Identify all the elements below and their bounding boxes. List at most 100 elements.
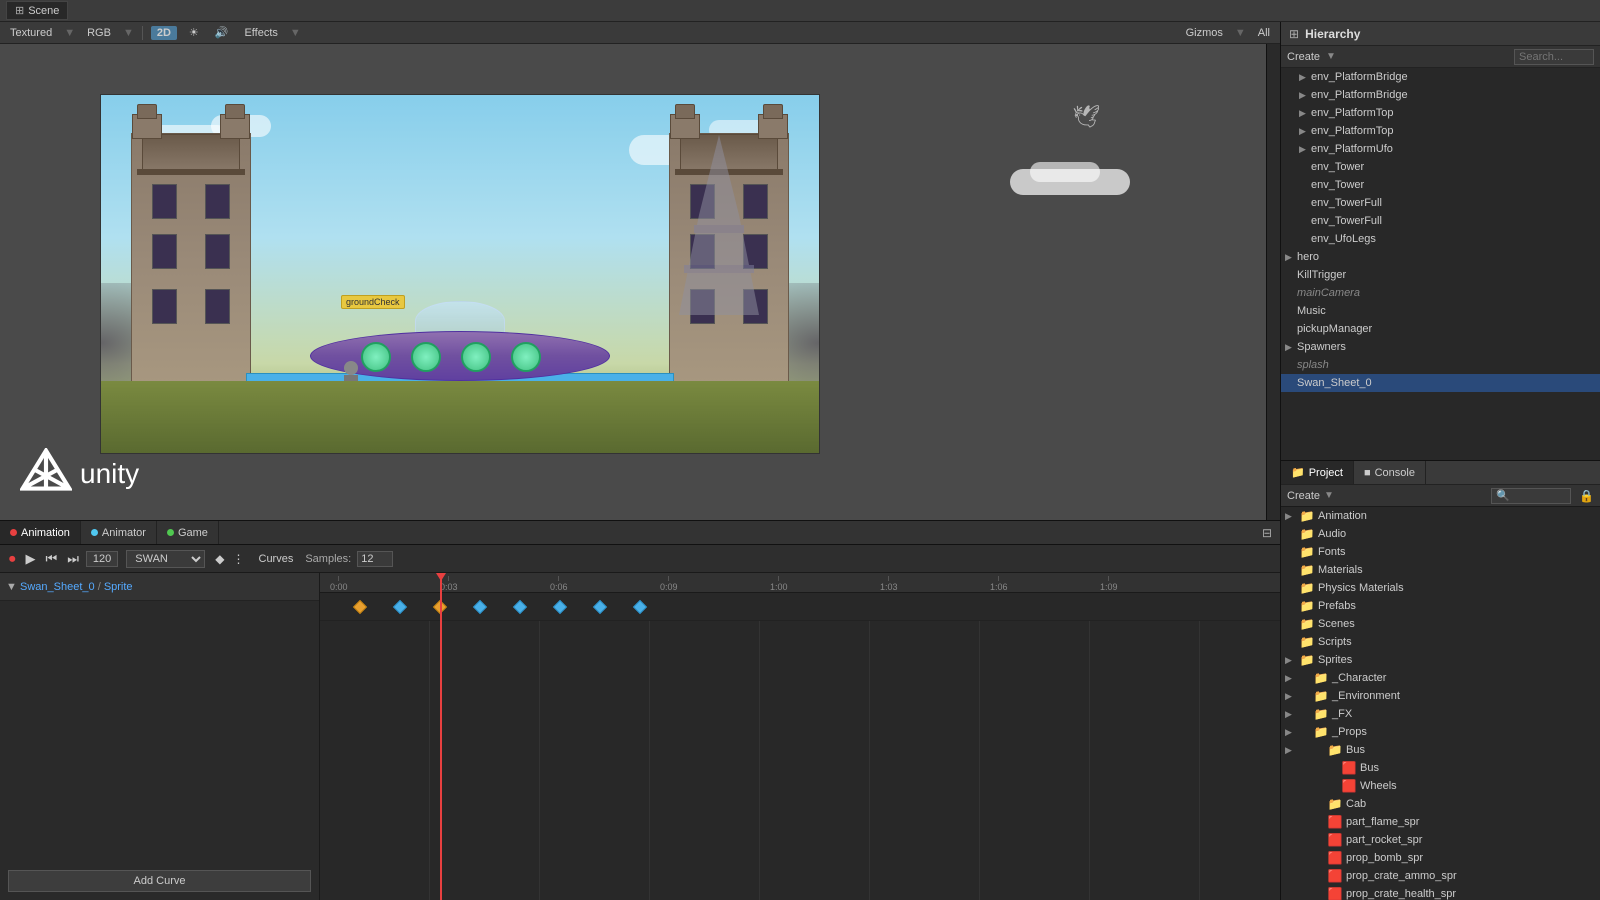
h-item-5[interactable]: env_Tower bbox=[1281, 158, 1600, 176]
keyframe-0[interactable] bbox=[353, 599, 367, 613]
hierarchy-search[interactable] bbox=[1514, 49, 1594, 65]
keyframe-7[interactable] bbox=[633, 599, 647, 613]
play-btn[interactable]: ▶ bbox=[23, 552, 39, 565]
p-props[interactable]: ▶ 📁 _Props bbox=[1281, 723, 1600, 741]
h-item-9[interactable]: env_UfoLegs bbox=[1281, 230, 1600, 248]
p-wheels-sprite[interactable]: 🟥 Wheels bbox=[1281, 777, 1600, 795]
h-item-killtrigger[interactable]: KillTrigger bbox=[1281, 266, 1600, 284]
add-keyframe-btn[interactable]: ◆ bbox=[215, 552, 224, 566]
p-fonts[interactable]: 📁 Fonts bbox=[1281, 543, 1600, 561]
project-tree: ▶ 📁 Animation 📁 Audio 📁 Fonts bbox=[1281, 507, 1600, 900]
unity-text: unity bbox=[80, 458, 139, 490]
p-bomb[interactable]: 🟥 prop_bomb_spr bbox=[1281, 849, 1600, 867]
p-sprites[interactable]: ▶ 📁 Sprites bbox=[1281, 651, 1600, 669]
samples-input[interactable] bbox=[357, 551, 393, 567]
scene-tab[interactable]: ⊞ Scene bbox=[6, 1, 68, 20]
rgb-btn[interactable]: RGB bbox=[83, 26, 115, 40]
h-item-pickup[interactable]: pickupManager bbox=[1281, 320, 1600, 338]
ground bbox=[101, 381, 819, 453]
p-scenes[interactable]: 📁 Scenes bbox=[1281, 615, 1600, 633]
next-frame-btn[interactable]: ⏭ bbox=[64, 552, 82, 565]
p-crate-ammo[interactable]: 🟥 prop_crate_ammo_spr bbox=[1281, 867, 1600, 885]
audio-icon[interactable]: 🔊 bbox=[211, 25, 233, 40]
tab-game[interactable]: Game bbox=[157, 521, 219, 544]
keyframe-4[interactable] bbox=[513, 599, 527, 613]
h-expand-2: ▶ bbox=[1299, 108, 1309, 119]
p-cab[interactable]: 📁 Cab bbox=[1281, 795, 1600, 813]
h-item-spawners[interactable]: ▶ Spawners bbox=[1281, 338, 1600, 356]
scripts-folder-icon: 📁 bbox=[1299, 635, 1315, 649]
keyframe-1[interactable] bbox=[393, 599, 407, 613]
h-item-0[interactable]: ▶ env_PlatformBridge bbox=[1281, 68, 1600, 86]
p-audio[interactable]: 📁 Audio bbox=[1281, 525, 1600, 543]
h-expand-0: ▶ bbox=[1299, 72, 1309, 83]
project-create-btn[interactable]: Create bbox=[1287, 490, 1320, 502]
console-icon: ■ bbox=[1364, 467, 1371, 479]
p-scripts[interactable]: 📁 Scripts bbox=[1281, 633, 1600, 651]
keyframe-6[interactable] bbox=[593, 599, 607, 613]
h-item-swan[interactable]: Swan_Sheet_0 bbox=[1281, 374, 1600, 392]
hierarchy-create-btn[interactable]: Create bbox=[1287, 51, 1320, 63]
textured-btn[interactable]: Textured bbox=[6, 26, 56, 40]
keyframe-track[interactable] bbox=[320, 593, 1280, 621]
p-rocket[interactable]: 🟥 part_rocket_spr bbox=[1281, 831, 1600, 849]
project-area: 📁 Project ■ Console Create ▼ 🔒 bbox=[1281, 460, 1600, 900]
effects-btn[interactable]: Effects bbox=[240, 26, 281, 40]
flame-sprite-icon: 🟥 bbox=[1327, 815, 1343, 829]
all-search-btn[interactable]: All bbox=[1254, 26, 1274, 40]
physics-folder-icon: 📁 bbox=[1299, 581, 1315, 595]
gizmos-btn[interactable]: Gizmos bbox=[1182, 26, 1227, 40]
tab-animation[interactable]: Animation bbox=[0, 521, 81, 544]
prefabs-folder-icon: 📁 bbox=[1299, 599, 1315, 613]
animation-panel: Animation Animator Game ⊟ bbox=[0, 520, 1280, 900]
keyframe-options-btn[interactable]: ⋮ bbox=[233, 552, 245, 566]
p-fx[interactable]: ▶ 📁 _FX bbox=[1281, 705, 1600, 723]
p-flame[interactable]: 🟥 part_flame_spr bbox=[1281, 813, 1600, 831]
h-item-music[interactable]: Music bbox=[1281, 302, 1600, 320]
keyframe-3[interactable] bbox=[473, 599, 487, 613]
p-prefabs[interactable]: 📁 Prefabs bbox=[1281, 597, 1600, 615]
hierarchy-create-arrow[interactable]: ▼ bbox=[1326, 51, 1336, 62]
project-create-arrow[interactable]: ▼ bbox=[1324, 490, 1334, 501]
p-physics[interactable]: 📁 Physics Materials bbox=[1281, 579, 1600, 597]
project-search[interactable] bbox=[1491, 488, 1571, 504]
p-bus-folder[interactable]: ▶ 📁 Bus bbox=[1281, 741, 1600, 759]
clip-selector[interactable]: SWAN bbox=[126, 550, 205, 568]
tab-project[interactable]: 📁 Project bbox=[1281, 461, 1354, 484]
animation-timeline[interactable]: 0:00 0:03 0:06 0:09 1:00 1:03 1:06 1:09 bbox=[320, 573, 1280, 900]
twod-btn[interactable]: 2D bbox=[151, 26, 177, 40]
track-name: Swan_Sheet_0 / Sprite bbox=[20, 581, 133, 593]
add-curve-button[interactable]: Add Curve bbox=[8, 870, 311, 892]
prev-frame-btn[interactable]: ⏮ bbox=[43, 552, 61, 565]
h-item-7[interactable]: env_TowerFull bbox=[1281, 194, 1600, 212]
game-tab-label: Game bbox=[178, 527, 208, 539]
sun-icon[interactable]: ☀ bbox=[185, 25, 203, 40]
p-bus-sprite[interactable]: 🟥 Bus bbox=[1281, 759, 1600, 777]
keyframe-5[interactable] bbox=[553, 599, 567, 613]
h-item-3[interactable]: ▶ env_PlatformTop bbox=[1281, 122, 1600, 140]
h-item-4[interactable]: ▶ env_PlatformUfo bbox=[1281, 140, 1600, 158]
h-item-2[interactable]: ▶ env_PlatformTop bbox=[1281, 104, 1600, 122]
project-folder-icon: 📁 bbox=[1291, 466, 1305, 479]
h-item-8[interactable]: env_TowerFull bbox=[1281, 212, 1600, 230]
panel-minimize-btn[interactable]: ⊟ bbox=[1254, 526, 1280, 540]
h-item-1[interactable]: ▶ env_PlatformBridge bbox=[1281, 86, 1600, 104]
tab-animator[interactable]: Animator bbox=[81, 521, 157, 544]
h-item-maincam[interactable]: mainCamera bbox=[1281, 284, 1600, 302]
h-item-splash[interactable]: splash bbox=[1281, 356, 1600, 374]
h-item-6[interactable]: env_Tower bbox=[1281, 176, 1600, 194]
scroll-right[interactable] bbox=[1266, 44, 1280, 520]
h-item-hero[interactable]: ▶ hero bbox=[1281, 248, 1600, 266]
p-animation[interactable]: ▶ 📁 Animation bbox=[1281, 507, 1600, 525]
keyframe-2[interactable] bbox=[433, 599, 447, 613]
p-materials[interactable]: 📁 Materials bbox=[1281, 561, 1600, 579]
p-character[interactable]: ▶ 📁 _Character bbox=[1281, 669, 1600, 687]
right-panel: ⊞ Hierarchy Create ▼ ▶ env_PlatformBridg… bbox=[1280, 22, 1600, 900]
p-crate-health[interactable]: 🟥 prop_crate_health_spr bbox=[1281, 885, 1600, 900]
record-btn[interactable]: ⏺ bbox=[6, 552, 19, 565]
tick-6: 1:06 bbox=[990, 576, 1008, 592]
tab-console[interactable]: ■ Console bbox=[1354, 461, 1426, 484]
p-environment[interactable]: ▶ 📁 _Environment bbox=[1281, 687, 1600, 705]
animation-body: ▼ Swan_Sheet_0 / Sprite Add Curve bbox=[0, 573, 1280, 900]
project-lock-icon[interactable]: 🔒 bbox=[1579, 489, 1594, 503]
